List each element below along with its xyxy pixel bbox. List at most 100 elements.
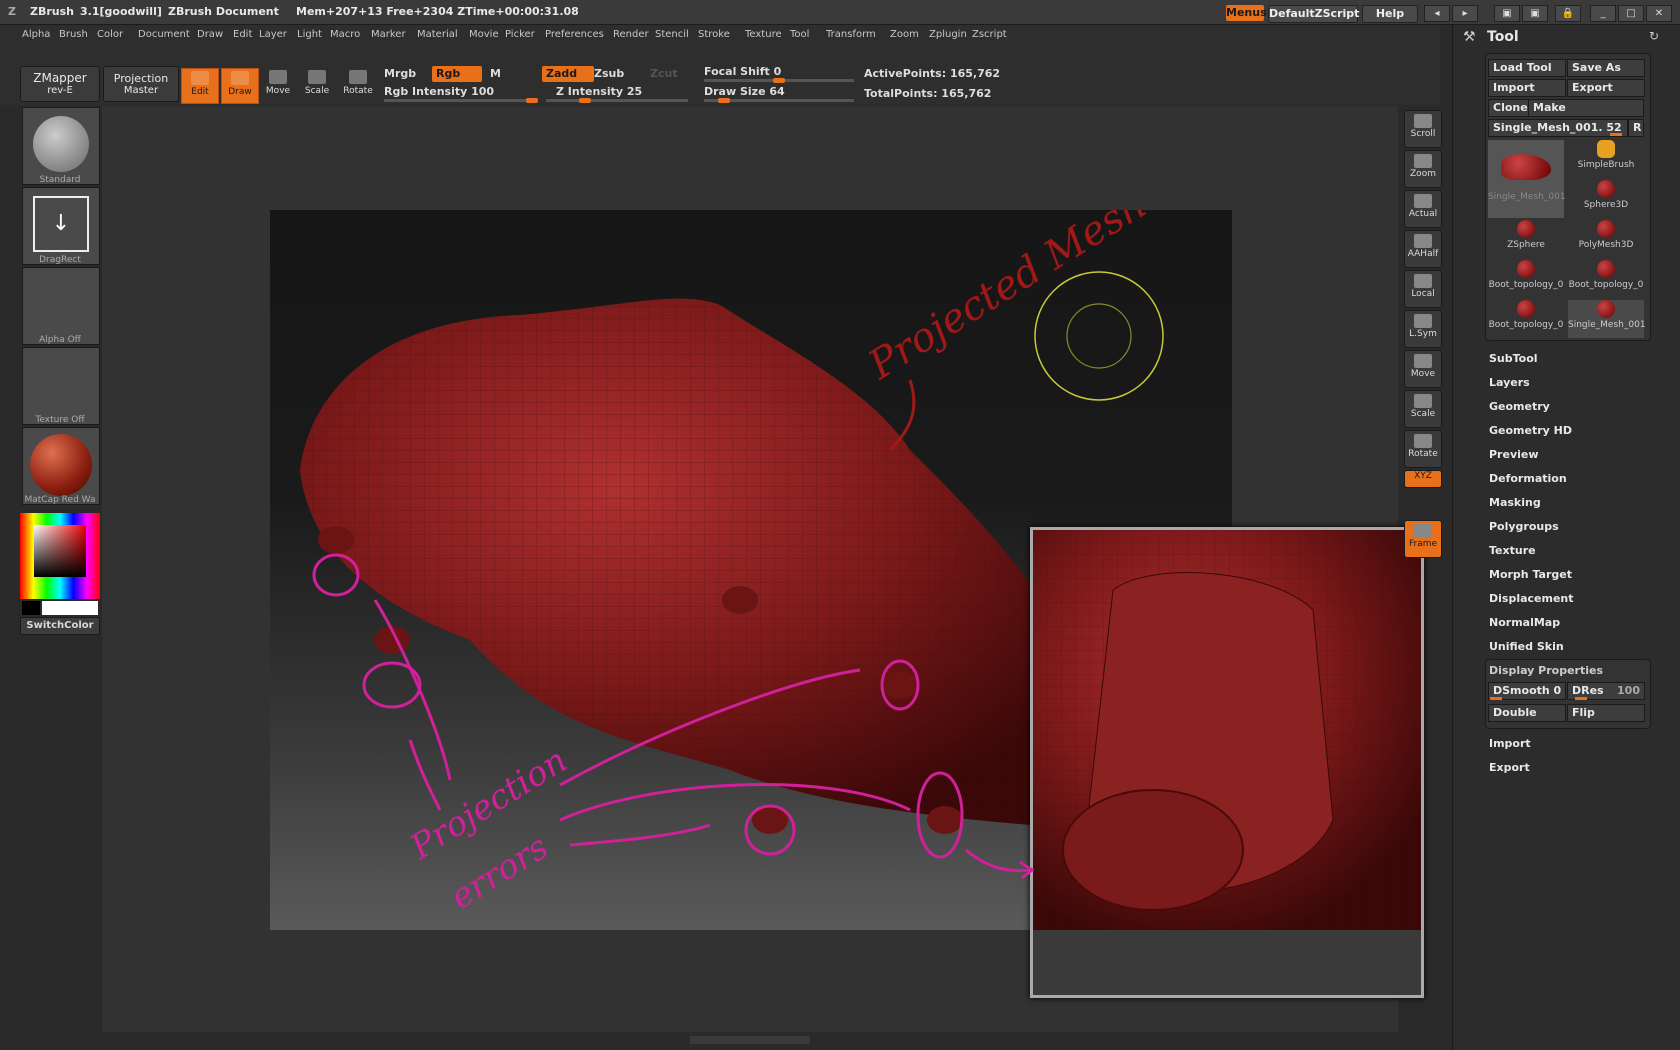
scale-button[interactable]: Scale (299, 68, 335, 102)
rs-frame-button[interactable]: Frame (1404, 520, 1442, 558)
section-deformation[interactable]: Deformation (1489, 472, 1567, 485)
zsub-button[interactable]: Zsub (594, 67, 624, 80)
load-tool-button[interactable]: Load Tool (1488, 59, 1566, 77)
rgb-intensity-knob[interactable] (526, 98, 538, 103)
texture-thumbnail[interactable] (22, 347, 100, 425)
focal-shift-slider[interactable] (704, 78, 854, 83)
layout-right-icon[interactable]: ▸ (1452, 5, 1478, 22)
menu-picker[interactable]: Picker (505, 29, 535, 40)
zcut-button[interactable]: Zcut (650, 67, 678, 80)
rgb-intensity-slider[interactable] (384, 98, 538, 103)
close-icon[interactable]: ✕ (1646, 5, 1672, 22)
section-normalmap[interactable]: NormalMap (1489, 616, 1560, 629)
draw-button[interactable]: Draw (221, 68, 259, 104)
rs-rotate-button[interactable]: Rotate (1404, 430, 1442, 468)
color-picker[interactable] (20, 513, 100, 599)
menu-draw[interactable]: Draw (197, 29, 223, 40)
layout-b-icon[interactable]: ▣ (1522, 5, 1548, 22)
tool-item[interactable]: SimpleBrush (1568, 140, 1644, 178)
menu-edit[interactable]: Edit (233, 29, 252, 40)
menu-preferences[interactable]: Preferences (545, 29, 604, 40)
section-morph-target[interactable]: Morph Target (1489, 568, 1572, 581)
move-button[interactable]: Move (260, 68, 296, 102)
tool-item[interactable]: Boot_topology_0 (1568, 260, 1644, 298)
tool-item[interactable]: Single_Mesh_001 (1568, 300, 1646, 338)
menu-layer[interactable]: Layer (259, 29, 287, 40)
rs-move-button[interactable]: Move (1404, 350, 1442, 388)
zmapper-button[interactable]: ZMapper rev-E (20, 66, 100, 102)
menu-zplugin[interactable]: Zplugin (929, 29, 967, 40)
make-polymesh-button[interactable]: Make PolyMesh3D (1528, 99, 1644, 130)
minimize-icon[interactable]: _ (1590, 5, 1616, 22)
r-button[interactable]: R (1628, 119, 1644, 137)
menu-transform[interactable]: Transform (826, 29, 876, 40)
default-zscript-button[interactable]: DefaultZScript (1268, 5, 1359, 23)
menu-stroke[interactable]: Stroke (698, 29, 730, 40)
menu-stencil[interactable]: Stencil (655, 29, 689, 40)
z-intensity-slider[interactable] (546, 98, 688, 103)
double-button[interactable]: Double (1488, 704, 1566, 722)
alpha-thumbnail[interactable] (22, 267, 100, 345)
section-masking[interactable]: Masking (1489, 496, 1541, 509)
menu-alpha[interactable]: Alpha (22, 29, 50, 40)
section-layers[interactable]: Layers (1489, 376, 1530, 389)
tool-item[interactable]: PolyMesh3D (1568, 220, 1644, 258)
rs-scroll-button[interactable]: Scroll (1404, 110, 1442, 148)
section-geometry-hd[interactable]: Geometry HD (1489, 424, 1572, 437)
export-menu[interactable]: Export (1489, 761, 1530, 774)
maximize-icon[interactable]: □ (1618, 5, 1644, 22)
export-button[interactable]: Export (1567, 79, 1645, 97)
z-intensity-knob[interactable] (578, 98, 591, 103)
menu-light[interactable]: Light (297, 29, 322, 40)
rs-actual-button[interactable]: Actual (1404, 190, 1442, 228)
menu-brush[interactable]: Brush (59, 29, 88, 40)
menu-marker[interactable]: Marker (371, 29, 406, 40)
section-displacement[interactable]: Displacement (1489, 592, 1574, 605)
switch-color-button[interactable]: SwitchColor (20, 617, 100, 635)
menu-render[interactable]: Render (613, 29, 649, 40)
menu-macro[interactable]: Macro (330, 29, 360, 40)
secondary-color-swatch[interactable] (22, 601, 40, 615)
section-unified-skin[interactable]: Unified Skin (1489, 640, 1564, 653)
menu-zoom[interactable]: Zoom (890, 29, 919, 40)
section-subtool[interactable]: SubTool (1489, 352, 1538, 365)
focal-shift-knob[interactable] (773, 78, 785, 83)
material-thumbnail[interactable] (22, 427, 100, 505)
tool-item[interactable]: Boot_topology_0 (1488, 260, 1564, 298)
section-geometry[interactable]: Geometry (1489, 400, 1550, 413)
rs-scale-button[interactable]: Scale (1404, 390, 1442, 428)
bottom-tray-handle[interactable] (690, 1036, 810, 1044)
menu-texture[interactable]: Texture (745, 29, 782, 40)
tool-item[interactable]: ZSphere (1488, 220, 1564, 258)
clone-button[interactable]: Clone (1488, 99, 1530, 117)
menu-document[interactable]: Document (138, 29, 190, 40)
rs-aahalf-button[interactable]: AAHalf (1404, 230, 1442, 268)
save-as-button[interactable]: Save As (1567, 59, 1645, 77)
import-button[interactable]: Import (1488, 79, 1566, 97)
menu-material[interactable]: Material (417, 29, 458, 40)
draw-size-slider[interactable] (704, 98, 854, 103)
menu-zscript[interactable]: Zscript (972, 29, 1007, 40)
stroke-thumbnail[interactable]: ↓ (22, 187, 100, 265)
rotate-button[interactable]: Rotate (340, 68, 376, 102)
color-picker-square[interactable] (34, 525, 86, 577)
menu-tool[interactable]: Tool (790, 29, 809, 40)
rs-lsym-button[interactable]: L.Sym (1404, 310, 1442, 348)
tool-item[interactable]: Single_Mesh_001 (1488, 140, 1566, 218)
projection-master-button[interactable]: Projection Master (103, 66, 179, 102)
current-tool-slider[interactable]: Single_Mesh_001. 52 (1488, 119, 1628, 137)
primary-color-swatch[interactable] (42, 601, 98, 615)
zadd-button[interactable]: Zadd (542, 66, 594, 82)
section-texture[interactable]: Texture (1489, 544, 1536, 557)
section-polygroups[interactable]: Polygroups (1489, 520, 1559, 533)
section-preview[interactable]: Preview (1489, 448, 1539, 461)
draw-size-knob[interactable] (717, 98, 730, 103)
rs-zoom-button[interactable]: Zoom (1404, 150, 1442, 188)
refresh-icon[interactable]: ↻ (1649, 29, 1659, 43)
layout-a-icon[interactable]: ▣ (1494, 5, 1520, 22)
import-menu[interactable]: Import (1489, 737, 1531, 750)
m-button[interactable]: M (490, 67, 501, 80)
rgb-button[interactable]: Rgb (432, 66, 482, 82)
menus-button[interactable]: Menus (1226, 5, 1267, 21)
help-button[interactable]: Help (1362, 5, 1418, 23)
